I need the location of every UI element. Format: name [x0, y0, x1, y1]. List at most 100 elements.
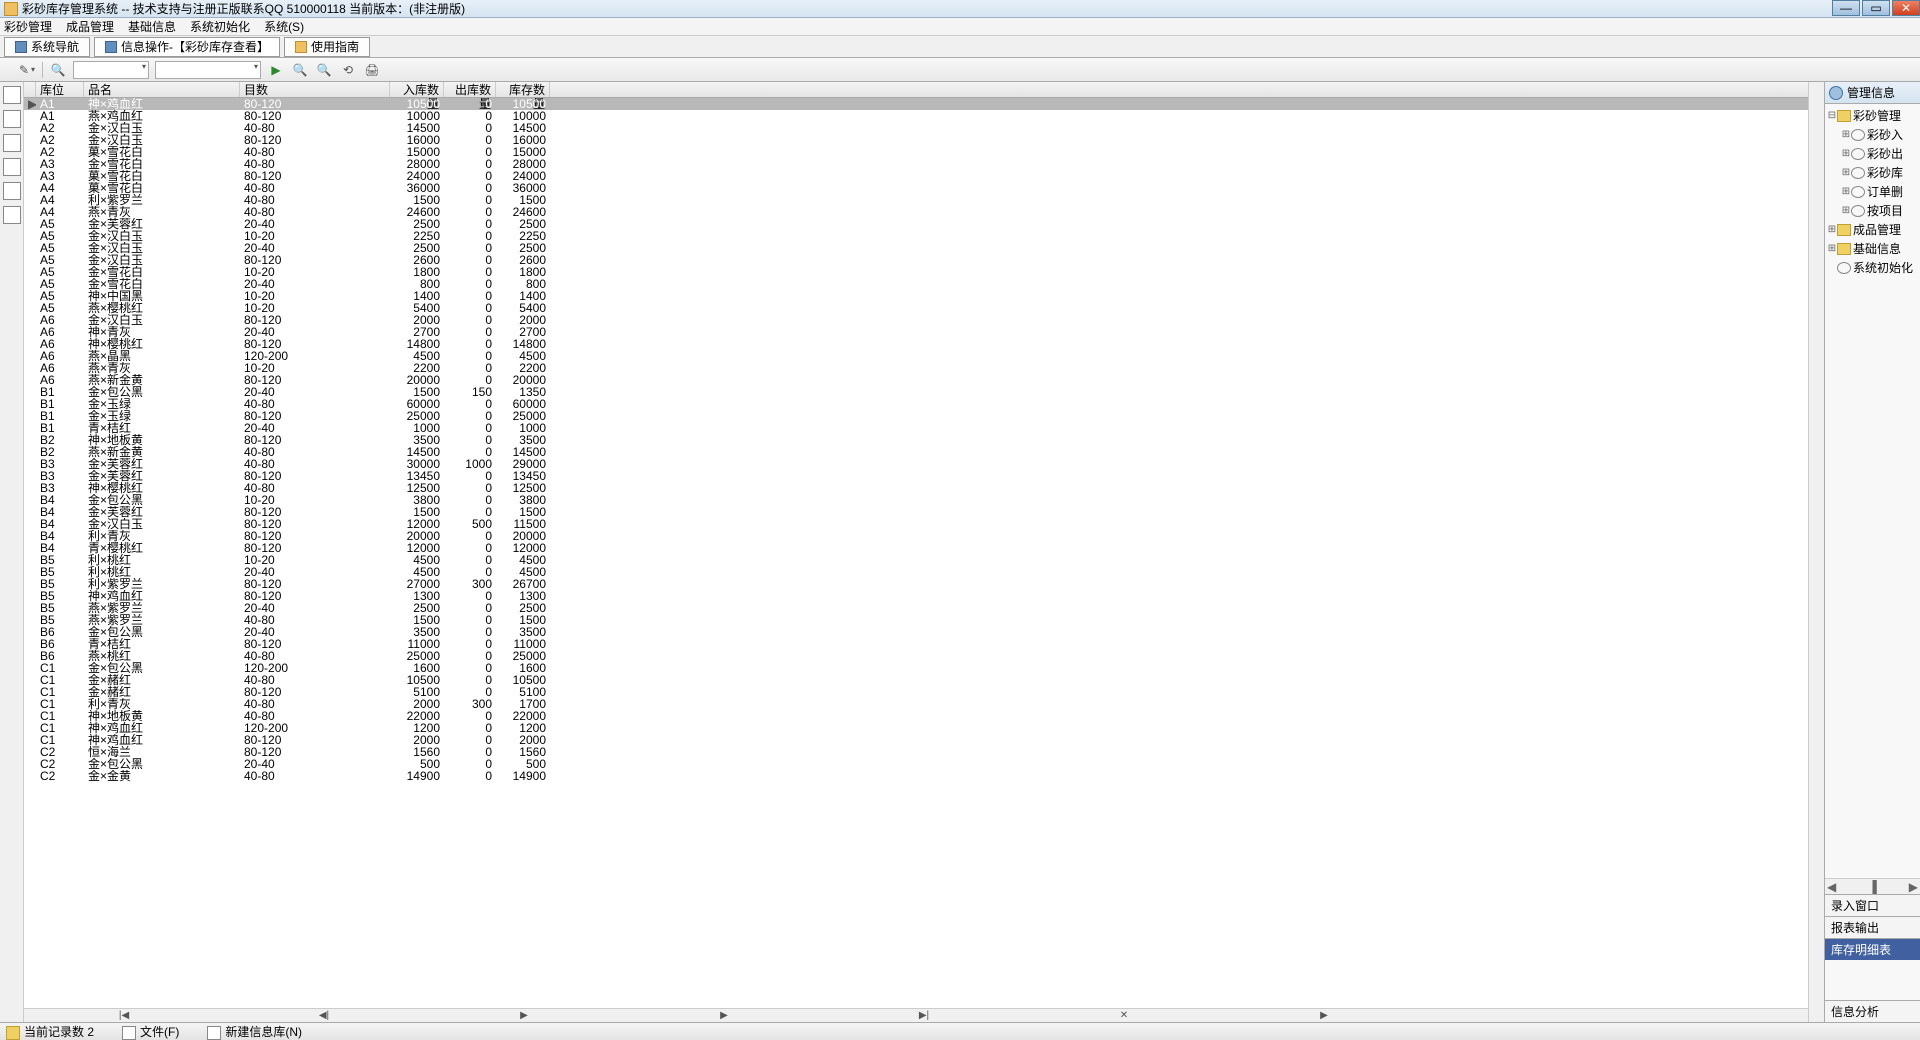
table-row[interactable]: A3菓×雪花白80-12024000024000 [24, 170, 1808, 182]
left-tool-5[interactable] [3, 182, 21, 200]
header-in[interactable]: 入库数量 [390, 82, 444, 97]
tree-item[interactable]: 系统初始化 [1827, 258, 1918, 277]
header-stock[interactable]: 库存数量 [496, 82, 550, 97]
table-row[interactable]: A6神×青灰20-40270002700 [24, 326, 1808, 338]
header-name[interactable]: 品名 [84, 82, 240, 97]
left-tool-6[interactable] [3, 206, 21, 224]
run-button[interactable]: ▶ [267, 61, 285, 79]
section-detail[interactable]: 库存明细表 [1825, 938, 1920, 960]
table-row[interactable]: ▶A1神×鸡血红80-12010500010500 [24, 98, 1808, 110]
table-row[interactable]: C1金×包公黑120-200160001600 [24, 662, 1808, 674]
table-row[interactable]: A5神×中国黑10-20140001400 [24, 290, 1808, 302]
nav-first[interactable]: |◀ [24, 1010, 224, 1021]
status-newdb[interactable]: 新建信息库(N) [207, 1023, 302, 1040]
table-row[interactable]: A2金×汉白玉80-12016000016000 [24, 134, 1808, 146]
table-row[interactable]: B5燕×紫罗兰40-80150001500 [24, 614, 1808, 626]
tree-item[interactable]: ⊞按项目 [1827, 201, 1918, 220]
table-row[interactable]: A4利×紫罗兰40-80150001500 [24, 194, 1808, 206]
table-row[interactable]: B4金×芙蓉红80-120150001500 [24, 506, 1808, 518]
table-row[interactable]: A5金×芙蓉红20-40250002500 [24, 218, 1808, 230]
maximize-button[interactable]: ▭ [1862, 0, 1890, 16]
nav-prev[interactable]: ◀| [224, 1010, 424, 1021]
nav-next2[interactable]: ▶ [624, 1010, 824, 1021]
table-row[interactable]: C1神×地板黄40-8022000022000 [24, 710, 1808, 722]
table-row[interactable]: B5神×鸡血红80-120130001300 [24, 590, 1808, 602]
table-row[interactable]: B6金×包公黑20-40350003500 [24, 626, 1808, 638]
vertical-scrollbar[interactable] [1808, 82, 1824, 1022]
table-row[interactable]: A5金×雪花白10-20180001800 [24, 266, 1808, 278]
tree-item[interactable]: ⊞彩砂库 [1827, 163, 1918, 182]
search-field-combo[interactable] [73, 61, 149, 79]
table-row[interactable]: A3金×雪花白40-8028000028000 [24, 158, 1808, 170]
table-row[interactable]: B4金×包公黑10-20380003800 [24, 494, 1808, 506]
table-row[interactable]: A4菓×雪花白40-8036000036000 [24, 182, 1808, 194]
tree-item[interactable]: ⊞彩砂入 [1827, 125, 1918, 144]
table-row[interactable]: B1金×玉绿40-8060000060000 [24, 398, 1808, 410]
close-button[interactable]: ✕ [1892, 0, 1920, 16]
table-row[interactable]: B6燕×桃红40-8025000025000 [24, 650, 1808, 662]
search-button[interactable]: 🔍 [49, 61, 67, 79]
table-row[interactable]: C2恒×海兰80-120156001560 [24, 746, 1808, 758]
header-mesh[interactable]: 目数 [240, 82, 390, 97]
left-tool-2[interactable] [3, 110, 21, 128]
table-row[interactable]: B5利×桃红20-40450004500 [24, 566, 1808, 578]
table-row[interactable]: B5利×桃红10-20450004500 [24, 554, 1808, 566]
section-report[interactable]: 报表输出 [1825, 916, 1920, 938]
grid-body[interactable]: ▶A1神×鸡血红80-12010500010500A1燕×鸡血红80-12010… [24, 98, 1808, 1008]
menu-item[interactable]: 成品管理 [66, 18, 114, 35]
menu-item[interactable]: 系统初始化 [190, 18, 250, 35]
table-row[interactable]: C1神×鸡血红120-200120001200 [24, 722, 1808, 734]
menu-item[interactable]: 基础信息 [128, 18, 176, 35]
header-location[interactable]: 库位 [36, 82, 84, 97]
table-row[interactable]: C1神×鸡血红80-120200002000 [24, 734, 1808, 746]
table-row[interactable]: B4金×汉白玉80-1201200050011500 [24, 518, 1808, 530]
table-row[interactable]: B1青×桔红20-40100001000 [24, 422, 1808, 434]
table-row[interactable]: A4燕×青灰40-8024600024600 [24, 206, 1808, 218]
menu-item[interactable]: 系统(S) [264, 18, 304, 35]
tab-inventory-view[interactable]: 信息操作-【彩砂库存查看】 [94, 37, 280, 57]
tree-item[interactable]: ⊞订单删 [1827, 182, 1918, 201]
zoom-in-button[interactable]: 🔍 [291, 61, 309, 79]
table-row[interactable]: A6燕×晶黑120-200450004500 [24, 350, 1808, 362]
table-row[interactable]: A1燕×鸡血红80-12010000010000 [24, 110, 1808, 122]
section-analysis[interactable]: 信息分析 [1825, 1000, 1920, 1022]
table-row[interactable]: A6燕×新金黄80-12020000020000 [24, 374, 1808, 386]
tab-guide[interactable]: 使用指南 [284, 37, 370, 57]
table-row[interactable]: B2神×地板黄80-120350003500 [24, 434, 1808, 446]
table-row[interactable]: A6金×汉白玉80-120200002000 [24, 314, 1808, 326]
tree-item[interactable]: ⊞成品管理 [1827, 220, 1918, 239]
section-input[interactable]: 录入窗口 [1825, 894, 1920, 916]
nav-last[interactable]: ▶| [824, 1010, 1024, 1021]
status-file[interactable]: 文件(F) [122, 1023, 179, 1040]
minimize-button[interactable]: — [1832, 0, 1860, 16]
table-row[interactable]: B2燕×新金黄40-8014500014500 [24, 446, 1808, 458]
table-row[interactable]: C2金×包公黑20-405000500 [24, 758, 1808, 770]
table-row[interactable]: B3神×樱桃红40-8012500012500 [24, 482, 1808, 494]
tree-item[interactable]: ⊞彩砂出 [1827, 144, 1918, 163]
table-row[interactable]: C1利×青灰40-8020003001700 [24, 698, 1808, 710]
table-row[interactable]: B5利×紫罗兰80-1202700030026700 [24, 578, 1808, 590]
table-row[interactable]: A5燕×樱桃红10-20540005400 [24, 302, 1808, 314]
tree-item[interactable]: ⊟彩砂管理 [1827, 106, 1918, 125]
edit-button[interactable]: ✎ [18, 61, 36, 79]
left-tool-1[interactable] [3, 86, 21, 104]
table-row[interactable]: C1金×赭红40-8010500010500 [24, 674, 1808, 686]
table-row[interactable]: A5金×汉白玉20-40250002500 [24, 242, 1808, 254]
header-out[interactable]: 出库数量 [444, 82, 496, 97]
menu-item[interactable]: 彩砂管理 [4, 18, 52, 35]
table-row[interactable]: B6青×桔红80-12011000011000 [24, 638, 1808, 650]
table-row[interactable]: B5燕×紫罗兰20-40250002500 [24, 602, 1808, 614]
table-row[interactable]: B4青×樱桃红80-12012000012000 [24, 542, 1808, 554]
tree-item[interactable]: ⊞基础信息 [1827, 239, 1918, 258]
table-row[interactable]: A5金×雪花白20-408000800 [24, 278, 1808, 290]
table-row[interactable]: B3金×芙蓉红40-8030000100029000 [24, 458, 1808, 470]
refresh-button[interactable]: ⟲ [339, 61, 357, 79]
table-row[interactable]: A5金×汉白玉10-20225002250 [24, 230, 1808, 242]
nav-next[interactable]: ▶ [424, 1010, 624, 1021]
zoom-out-button[interactable]: 🔍 [315, 61, 333, 79]
table-row[interactable]: A2菓×雪花白40-8015000015000 [24, 146, 1808, 158]
table-row[interactable]: A6燕×青灰10-20220002200 [24, 362, 1808, 374]
table-row[interactable]: C1金×赭红80-120510005100 [24, 686, 1808, 698]
nav-end[interactable]: ✕ [1024, 1010, 1224, 1021]
table-row[interactable]: A5金×汉白玉80-120260002600 [24, 254, 1808, 266]
